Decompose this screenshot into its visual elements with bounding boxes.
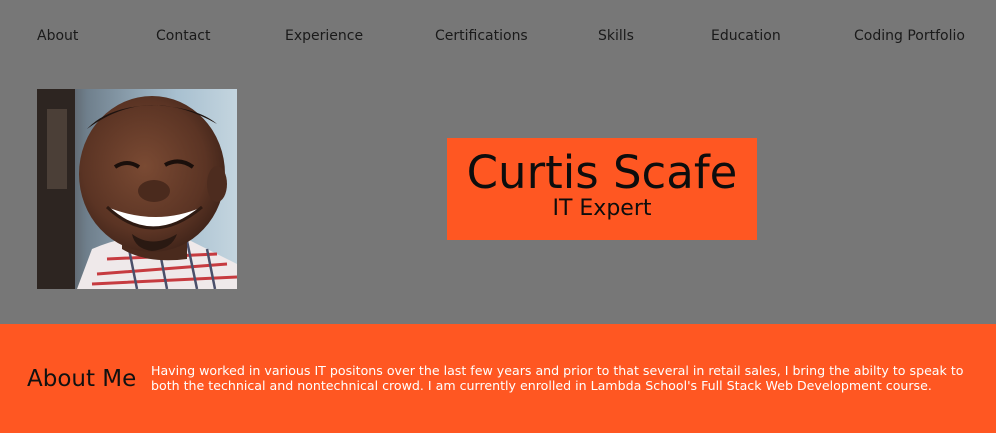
about-title: About Me: [27, 366, 137, 392]
nav-link-coding-portfolio[interactable]: Coding Portfolio: [854, 27, 965, 45]
main-nav: About Contact Experience Certifications …: [0, 0, 996, 72]
about-text: Having worked in various IT positons ove…: [151, 363, 964, 393]
nav-link-experience[interactable]: Experience: [285, 27, 363, 45]
profile-photo-image: [37, 89, 237, 289]
name-card: Curtis Scafe IT Expert: [447, 138, 757, 240]
nav-link-education[interactable]: Education: [711, 27, 781, 45]
about-section: About Me Having worked in various IT pos…: [0, 324, 996, 433]
person-role: IT Expert: [552, 196, 652, 221]
nav-link-certifications[interactable]: Certifications: [435, 27, 528, 45]
person-name: Curtis Scafe: [466, 146, 738, 199]
profile-photo: [37, 89, 237, 289]
nav-link-about[interactable]: About: [37, 27, 78, 45]
nav-link-contact[interactable]: Contact: [156, 27, 210, 45]
nav-link-skills[interactable]: Skills: [598, 27, 634, 45]
